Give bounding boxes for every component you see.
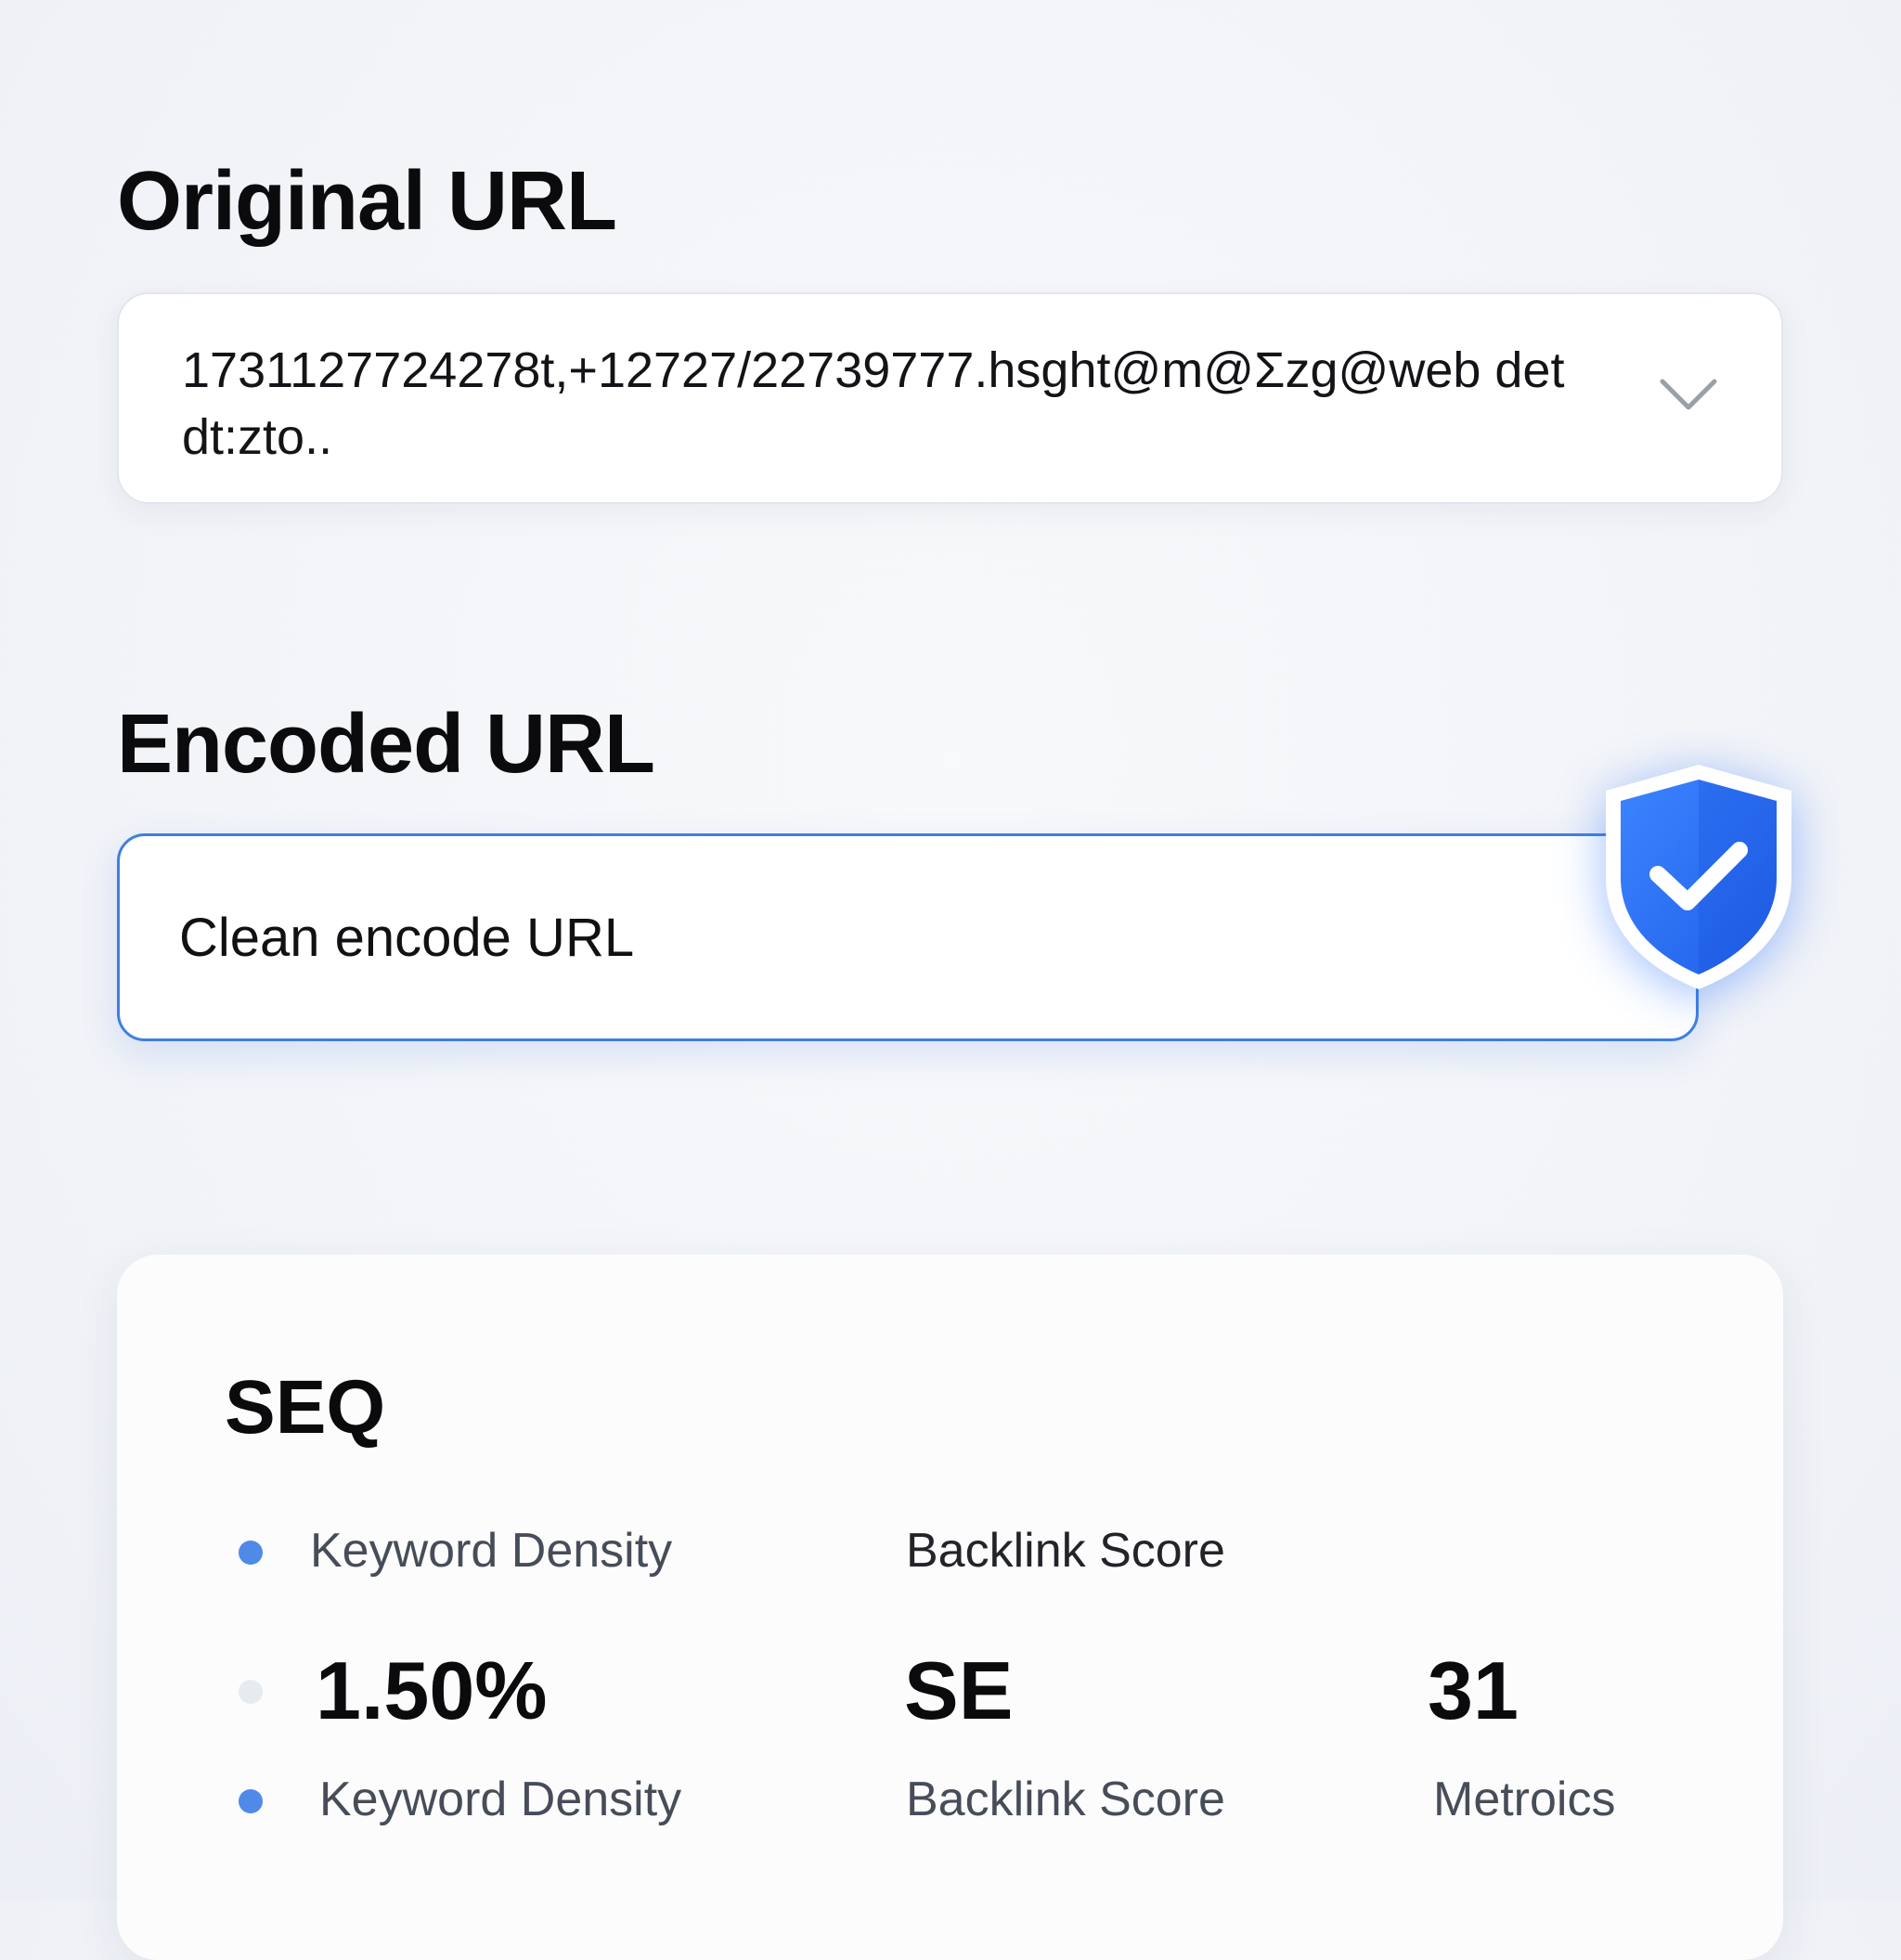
backlink-score-value: SE (904, 1644, 1014, 1736)
backlink-score-label: Backlink Score (906, 1773, 1225, 1826)
metrics-value: 31 (1428, 1644, 1519, 1736)
keyword-density-value: 1.50% (316, 1644, 548, 1736)
backlink-score-header: Backlink Score (906, 1524, 1225, 1578)
keyword-density-label: Keyword Density (319, 1773, 682, 1826)
original-url-value: 1731127724278t,+12727/22739777.hsght@m@Σ… (182, 342, 1565, 465)
seo-title: SEQ (225, 1365, 386, 1450)
encoded-url-field[interactable] (117, 833, 1699, 1041)
encoded-url-input[interactable] (179, 836, 1553, 1038)
encoded-url-title: Encoded URL (117, 698, 655, 791)
keyword-density-dot (239, 1541, 263, 1565)
chevron-down-icon[interactable] (1659, 376, 1718, 413)
seo-card: SEQ Keyword Density Backlink Score 1.50%… (117, 1255, 1783, 1960)
keyword-density-header: Keyword Density (310, 1524, 673, 1578)
shield-check-icon (1606, 765, 1791, 989)
original-url-title: Original URL (117, 155, 617, 248)
metrics-label: Metroics (1433, 1773, 1616, 1826)
keyword-density-dot (239, 1789, 263, 1813)
separator-dot (239, 1680, 263, 1704)
original-url-field[interactable]: 1731127724278t,+12727/22739777.hsght@m@Σ… (117, 292, 1783, 504)
